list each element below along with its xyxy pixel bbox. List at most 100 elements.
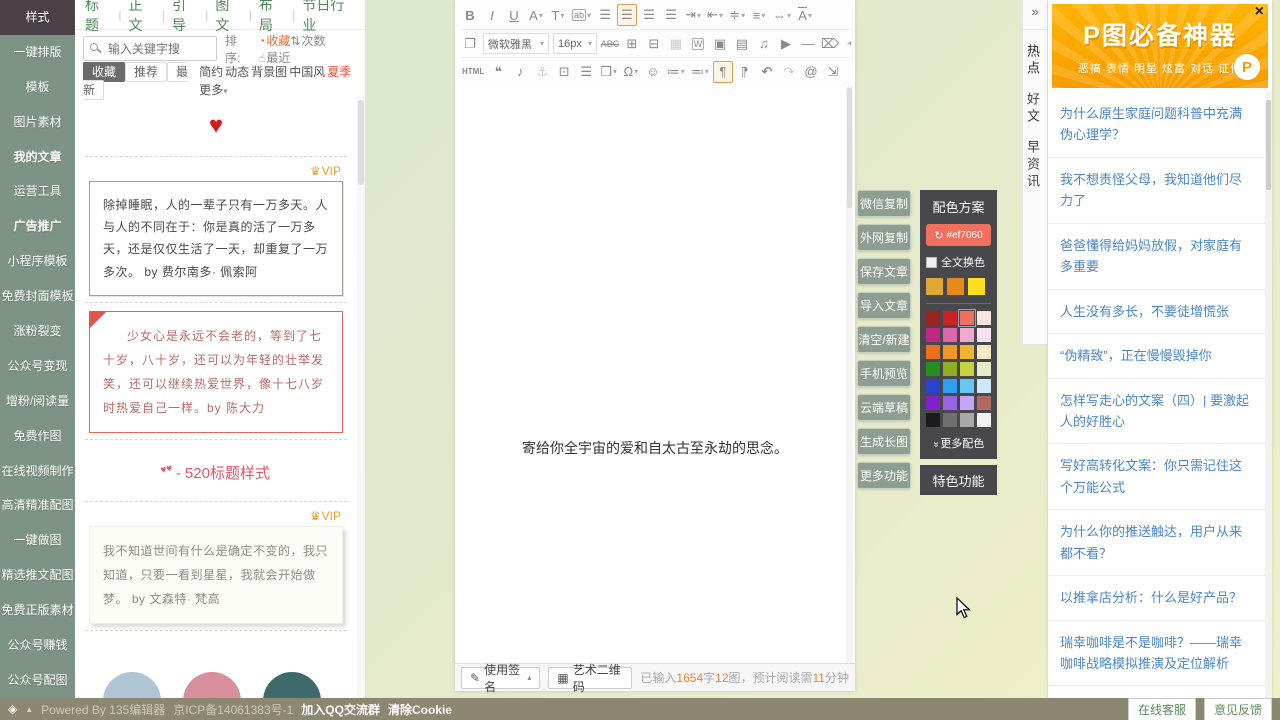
- filter-link[interactable]: 背景图: [251, 65, 287, 79]
- sidebar-item[interactable]: 免费封面模板: [0, 279, 75, 314]
- highlight-color-icon[interactable]: ab▾: [570, 4, 593, 26]
- panel-scrollbar[interactable]: [357, 96, 365, 698]
- theme-swatch[interactable]: [926, 278, 943, 295]
- search-input[interactable]: [83, 36, 217, 61]
- color-swatch[interactable]: [943, 362, 957, 376]
- color-swatch[interactable]: [977, 362, 991, 376]
- color-swatch[interactable]: [943, 413, 957, 427]
- filter-link[interactable]: 简约: [199, 65, 223, 79]
- sidebar-item[interactable]: 我的文章: [0, 140, 75, 175]
- editor-scrollbar[interactable]: [846, 86, 853, 663]
- blockquote-icon[interactable]: ❝: [488, 61, 508, 83]
- filter-button[interactable]: 收藏: [83, 62, 125, 82]
- strikethrough-icon[interactable]: ABC: [600, 33, 620, 55]
- bold-icon[interactable]: B: [460, 4, 480, 26]
- editor-text[interactable]: 寄给你全宇宙的爱和自太古至永劫的思念。: [455, 86, 855, 458]
- checkbox-icon[interactable]: [926, 257, 937, 268]
- article-link[interactable]: 人生没有多长，不要徒增慌张: [1048, 290, 1265, 334]
- line-height-icon[interactable]: ≡▾: [749, 4, 769, 26]
- unordered-list-icon[interactable]: ≕▾: [689, 61, 711, 83]
- sidebar-item[interactable]: 图片素材: [0, 105, 75, 140]
- color-swatch[interactable]: [977, 345, 991, 359]
- sort-option[interactable]: ◔收藏: [258, 34, 290, 48]
- action-button-微信复制[interactable]: 微信复制: [857, 190, 911, 217]
- sidebar-item[interactable]: 免费正版素材: [0, 593, 75, 628]
- color-swatch[interactable]: [960, 328, 974, 342]
- feedback-button[interactable]: 意见反馈: [1204, 698, 1272, 720]
- action-button-外网复制[interactable]: 外网复制: [857, 224, 911, 251]
- template-red-quote-box[interactable]: 少女心是永远不会老的，等到了七十岁，八十岁，还可以为年轻的壮举发笑，还可以继续热…: [89, 311, 343, 433]
- current-color-button[interactable]: ↻ #ef7060: [926, 224, 991, 246]
- sort-option[interactable]: ⇅次数: [290, 34, 325, 48]
- tab-正文[interactable]: 正文: [128, 0, 154, 35]
- tab-图文[interactable]: 图文: [215, 0, 241, 35]
- ad-banner[interactable]: P图必备神器 恶搞 表情 明星 炫富 对话 证件 P: [1052, 4, 1268, 88]
- collapse-up-icon[interactable]: ▲: [25, 705, 33, 714]
- text-format-icon[interactable]: T▾: [548, 4, 568, 26]
- article-link[interactable]: “伪精致”，正在慢慢毁掉你: [1048, 334, 1265, 378]
- html-source-icon[interactable]: HTML: [460, 61, 486, 83]
- scrollbar-thumb[interactable]: [847, 88, 852, 208]
- letter-spacing-icon[interactable]: ⇔▾: [771, 4, 793, 26]
- template-520-title[interactable]: ♥♥-520标题样式: [75, 446, 357, 495]
- insert-video-icon[interactable]: ▶: [776, 33, 796, 55]
- sidebar-item[interactable]: 公众号赚钱: [0, 628, 75, 663]
- tab-布局[interactable]: 布局: [259, 0, 285, 35]
- color-swatch[interactable]: [977, 328, 991, 342]
- template-quote-box[interactable]: 除掉睡眠，人的一辈子只有一万多天。人与人的不同在于：你是真的活了一万多天，还是仅…: [89, 181, 343, 296]
- font-family-select[interactable]: 微软雅黑▾: [483, 33, 549, 54]
- align-justify-icon[interactable]: ☰: [661, 4, 681, 26]
- sidebar-item[interactable]: 一键排版: [0, 35, 75, 70]
- indent-icon[interactable]: ⇥▾: [683, 4, 703, 26]
- horizontal-rule-icon[interactable]: —: [798, 33, 818, 55]
- action-button-保存文章[interactable]: 保存文章: [857, 258, 911, 285]
- emoticon-icon[interactable]: ☺: [643, 61, 663, 83]
- sidebar-item[interactable]: 公众号配图: [0, 663, 75, 698]
- align-lines-icon[interactable]: ☰: [576, 61, 596, 83]
- sidebar-item[interactable]: 增粉/阅读量: [0, 384, 75, 419]
- paragraph-back-icon[interactable]: ¶: [735, 61, 755, 83]
- fulltext-recolor-checkbox[interactable]: 全文换色: [926, 254, 991, 270]
- sidebar-item[interactable]: 涨粉裂变: [0, 314, 75, 349]
- filter-link[interactable]: 更多▾: [199, 83, 228, 97]
- undo-icon[interactable]: ↶: [757, 61, 777, 83]
- color-swatch[interactable]: [960, 396, 974, 410]
- color-swatch[interactable]: [943, 311, 957, 325]
- align-left-icon[interactable]: ☰: [595, 4, 615, 26]
- right-tab-好文[interactable]: 好文: [1023, 92, 1047, 126]
- action-button-更多功能[interactable]: 更多功能: [857, 462, 911, 489]
- action-button-导入文章[interactable]: 导入文章: [857, 292, 911, 319]
- sidebar-item[interactable]: 一键做图: [0, 523, 75, 558]
- sidebar-item[interactable]: 在线视频制作: [0, 454, 75, 489]
- scrollbar-thumb[interactable]: [1266, 100, 1271, 190]
- ordered-list-icon[interactable]: ≔▾: [665, 61, 687, 83]
- color-swatch[interactable]: [926, 362, 940, 376]
- color-swatch[interactable]: [926, 345, 940, 359]
- color-swatch[interactable]: [960, 345, 974, 359]
- color-swatch[interactable]: [960, 413, 974, 427]
- news-scrollbar[interactable]: [1265, 92, 1272, 698]
- theme-swatch[interactable]: [968, 278, 985, 295]
- article-link[interactable]: 我不想责怪父母，我知道他们尽力了: [1048, 158, 1265, 224]
- underline-icon[interactable]: U: [504, 4, 524, 26]
- action-button-手机预览[interactable]: 手机预览: [857, 360, 911, 387]
- color-swatch[interactable]: [977, 379, 991, 393]
- color-swatch[interactable]: [926, 328, 940, 342]
- editor-content[interactable]: 寄给你全宇宙的爱和自太古至永劫的思念。: [455, 86, 855, 663]
- fullscreen-icon[interactable]: ⇲: [823, 61, 843, 83]
- use-signature-button[interactable]: ✎ 使用签名 ▴: [461, 667, 540, 689]
- tab-节日行业[interactable]: 节日行业: [302, 0, 355, 35]
- insert-table-icon[interactable]: ⊞: [622, 33, 642, 55]
- color-swatch[interactable]: [977, 311, 991, 325]
- special-char-icon[interactable]: Ω▾: [621, 61, 641, 83]
- tab-标题[interactable]: 标题: [85, 0, 111, 35]
- article-link[interactable]: 怎样写走心的文案（四）| 要激起人的好胜心: [1048, 379, 1265, 445]
- action-button-生成长图[interactable]: 生成长图: [857, 428, 911, 455]
- template-shadow-quote-box[interactable]: 我不知道世间有什么是确定不变的，我只知道，只要一看到星星，我就会开始做梦。 by…: [89, 526, 343, 624]
- color-swatch[interactable]: [943, 345, 957, 359]
- article-link[interactable]: 为什么原生家庭问题科普中充满伪心理学？: [1048, 92, 1265, 158]
- outdent-icon[interactable]: ⇤▾: [705, 4, 725, 26]
- color-swatch[interactable]: [926, 379, 940, 393]
- color-swatch[interactable]: [977, 396, 991, 410]
- align-center-icon[interactable]: ☰: [617, 4, 637, 26]
